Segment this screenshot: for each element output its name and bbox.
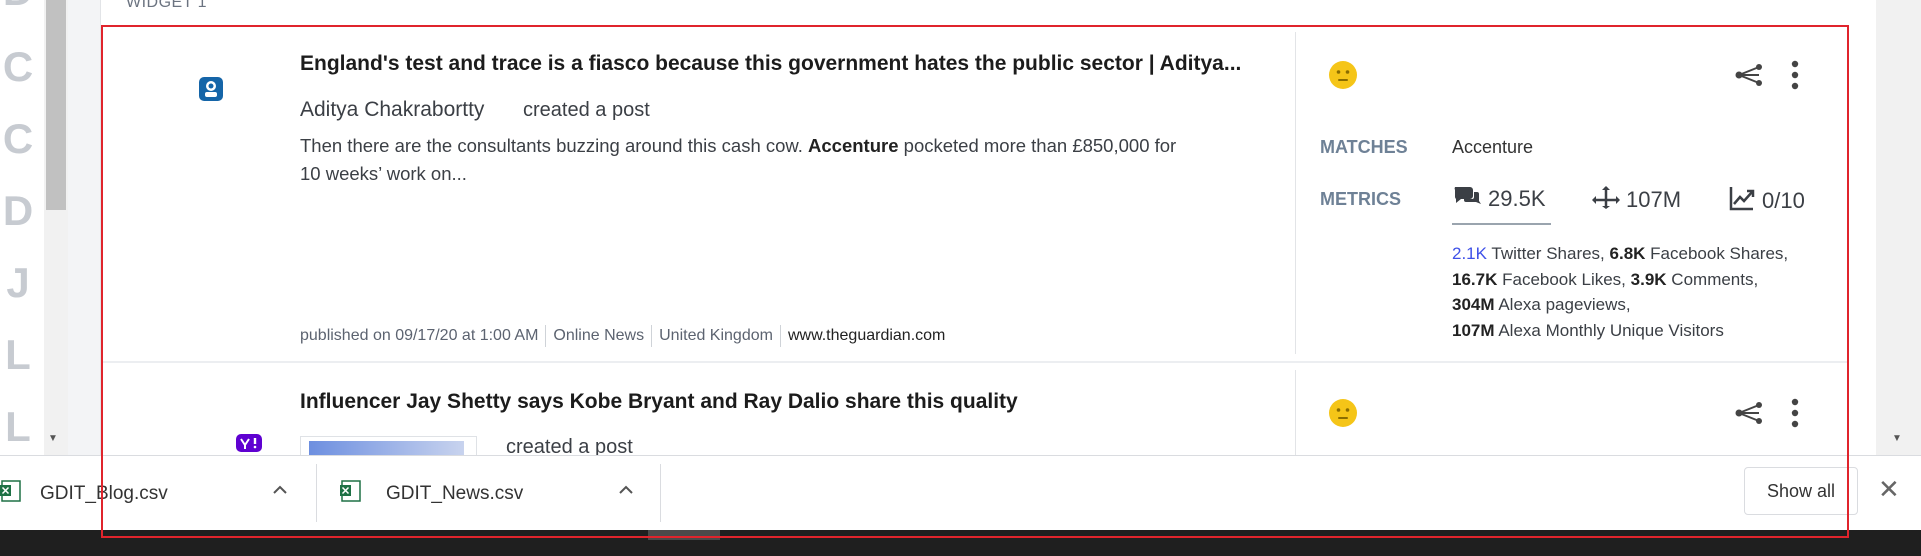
rail-letter[interactable]: L — [2, 334, 34, 376]
published-date: published on 09/17/20 at 1:00 AM — [300, 327, 539, 344]
sentiment-neutral-icon[interactable] — [1328, 398, 1358, 433]
horizontal-scroll-thumb[interactable] — [648, 530, 720, 540]
rail-letter[interactable]: J — [2, 262, 34, 304]
alphabet-rail: D C C D J L L — [0, 0, 36, 455]
country: United Kingdom — [659, 327, 773, 344]
taskbar-strip — [0, 530, 1921, 556]
alexa-pageviews-label: Alexa pageviews, — [1498, 295, 1631, 314]
reach-icon — [1592, 184, 1620, 216]
alexa-visitors-label: Alexa Monthly Unique Visitors — [1498, 320, 1724, 340]
twitter-shares-value: 2.1K — [1452, 244, 1487, 263]
chevron-up-icon[interactable] — [272, 482, 288, 500]
comments-label: Comments, — [1671, 269, 1759, 289]
facebook-likes-value: 16.7K — [1452, 269, 1498, 289]
rail-letter[interactable]: D — [2, 0, 34, 12]
show-all-button[interactable]: Show all — [1744, 467, 1858, 515]
twitter-shares-label: Twitter Shares, — [1491, 244, 1605, 263]
chevron-up-icon[interactable] — [618, 482, 634, 500]
download-filename: GDIT_News.csv — [386, 482, 524, 504]
metric-details: 2.1K Twitter Shares, 6.8K Facebook Share… — [1452, 241, 1842, 343]
more-options-icon[interactable] — [1790, 60, 1800, 95]
download-separator — [660, 464, 661, 522]
share-icon[interactable] — [1735, 401, 1763, 430]
sentiment-neutral-icon[interactable] — [1328, 60, 1358, 95]
rail-letter[interactable]: C — [2, 118, 34, 160]
download-filename: GDIT_Blog.csv — [40, 482, 168, 504]
metric-comments-value: 29.5K — [1488, 186, 1546, 211]
comments-icon — [1452, 184, 1482, 214]
alexa-pageviews-value: 304M — [1452, 295, 1495, 314]
column-divider — [1295, 32, 1296, 354]
download-bar: GDIT_Blog.csv GDIT_News.csv — [0, 455, 1921, 531]
post-title[interactable]: England's test and trace is a fiasco bec… — [300, 52, 1241, 76]
post-divider — [102, 361, 1847, 363]
metric-score[interactable]: 0/10 — [1728, 184, 1805, 218]
close-icon[interactable]: ✕ — [1878, 474, 1900, 505]
author-avatar-icon — [197, 75, 225, 108]
facebook-shares-label: Facebook Shares, — [1650, 244, 1789, 263]
post-author[interactable]: Aditya Chakrabortty — [300, 98, 484, 122]
column-divider — [1295, 370, 1296, 455]
metric-score-value: 0/10 — [1762, 188, 1805, 213]
more-options-icon[interactable] — [1790, 398, 1800, 433]
yahoo-logo-icon — [236, 432, 262, 457]
source-type: Online News — [553, 327, 645, 344]
snippet-match: Accenture — [808, 135, 899, 156]
post-title[interactable]: Influencer Jay Shetty says Kobe Bryant a… — [300, 390, 1018, 414]
rail-letter[interactable]: L — [2, 406, 34, 448]
active-metric-underline — [1452, 223, 1551, 225]
rail-letter[interactable]: C — [2, 46, 34, 88]
download-item-news[interactable]: GDIT_News.csv — [340, 456, 523, 531]
excel-file-icon — [340, 479, 362, 509]
metric-reach-value: 107M — [1626, 187, 1682, 212]
rail-scrollbar-thumb[interactable] — [46, 0, 66, 210]
metrics-label: METRICS — [1320, 189, 1401, 209]
scroll-down-arrow-icon[interactable]: ▼ — [48, 433, 58, 444]
facebook-shares-value: 6.8K — [1609, 244, 1646, 263]
post-snippet: Then there are the consultants buzzing a… — [300, 132, 1250, 188]
share-icon[interactable] — [1735, 63, 1763, 92]
matches-label: MATCHES — [1320, 137, 1408, 157]
metric-comments[interactable]: 29.5K — [1452, 184, 1546, 214]
source-url[interactable]: www.theguardian.com — [788, 327, 945, 345]
alexa-visitors-value: 107M — [1452, 320, 1495, 340]
comments-value: 3.9K — [1630, 269, 1667, 289]
download-item-blog[interactable]: GDIT_Blog.csv — [0, 456, 168, 531]
scroll-down-arrow-icon[interactable]: ▼ — [1892, 433, 1902, 444]
snippet-text: pocketed more than £850,000 for — [903, 135, 1177, 156]
excel-file-icon — [0, 479, 22, 509]
metric-reach[interactable]: 107M — [1592, 184, 1681, 216]
rail-letter[interactable]: D — [2, 190, 34, 232]
snippet-text: 10 weeks’ work on... — [300, 163, 467, 184]
page-scrollbar[interactable] — [1876, 0, 1921, 455]
widget-title: WIDGET 1 — [126, 0, 208, 11]
post-action: created a post — [523, 99, 650, 121]
trend-chart-icon — [1728, 184, 1756, 218]
download-separator — [316, 464, 317, 522]
snippet-text: Then there are the consultants buzzing a… — [300, 135, 803, 156]
facebook-likes-label: Facebook Likes, — [1502, 269, 1626, 289]
post-meta: published on 09/17/20 at 1:00 AM Online … — [300, 322, 945, 350]
matches-value[interactable]: Accenture — [1452, 137, 1533, 158]
